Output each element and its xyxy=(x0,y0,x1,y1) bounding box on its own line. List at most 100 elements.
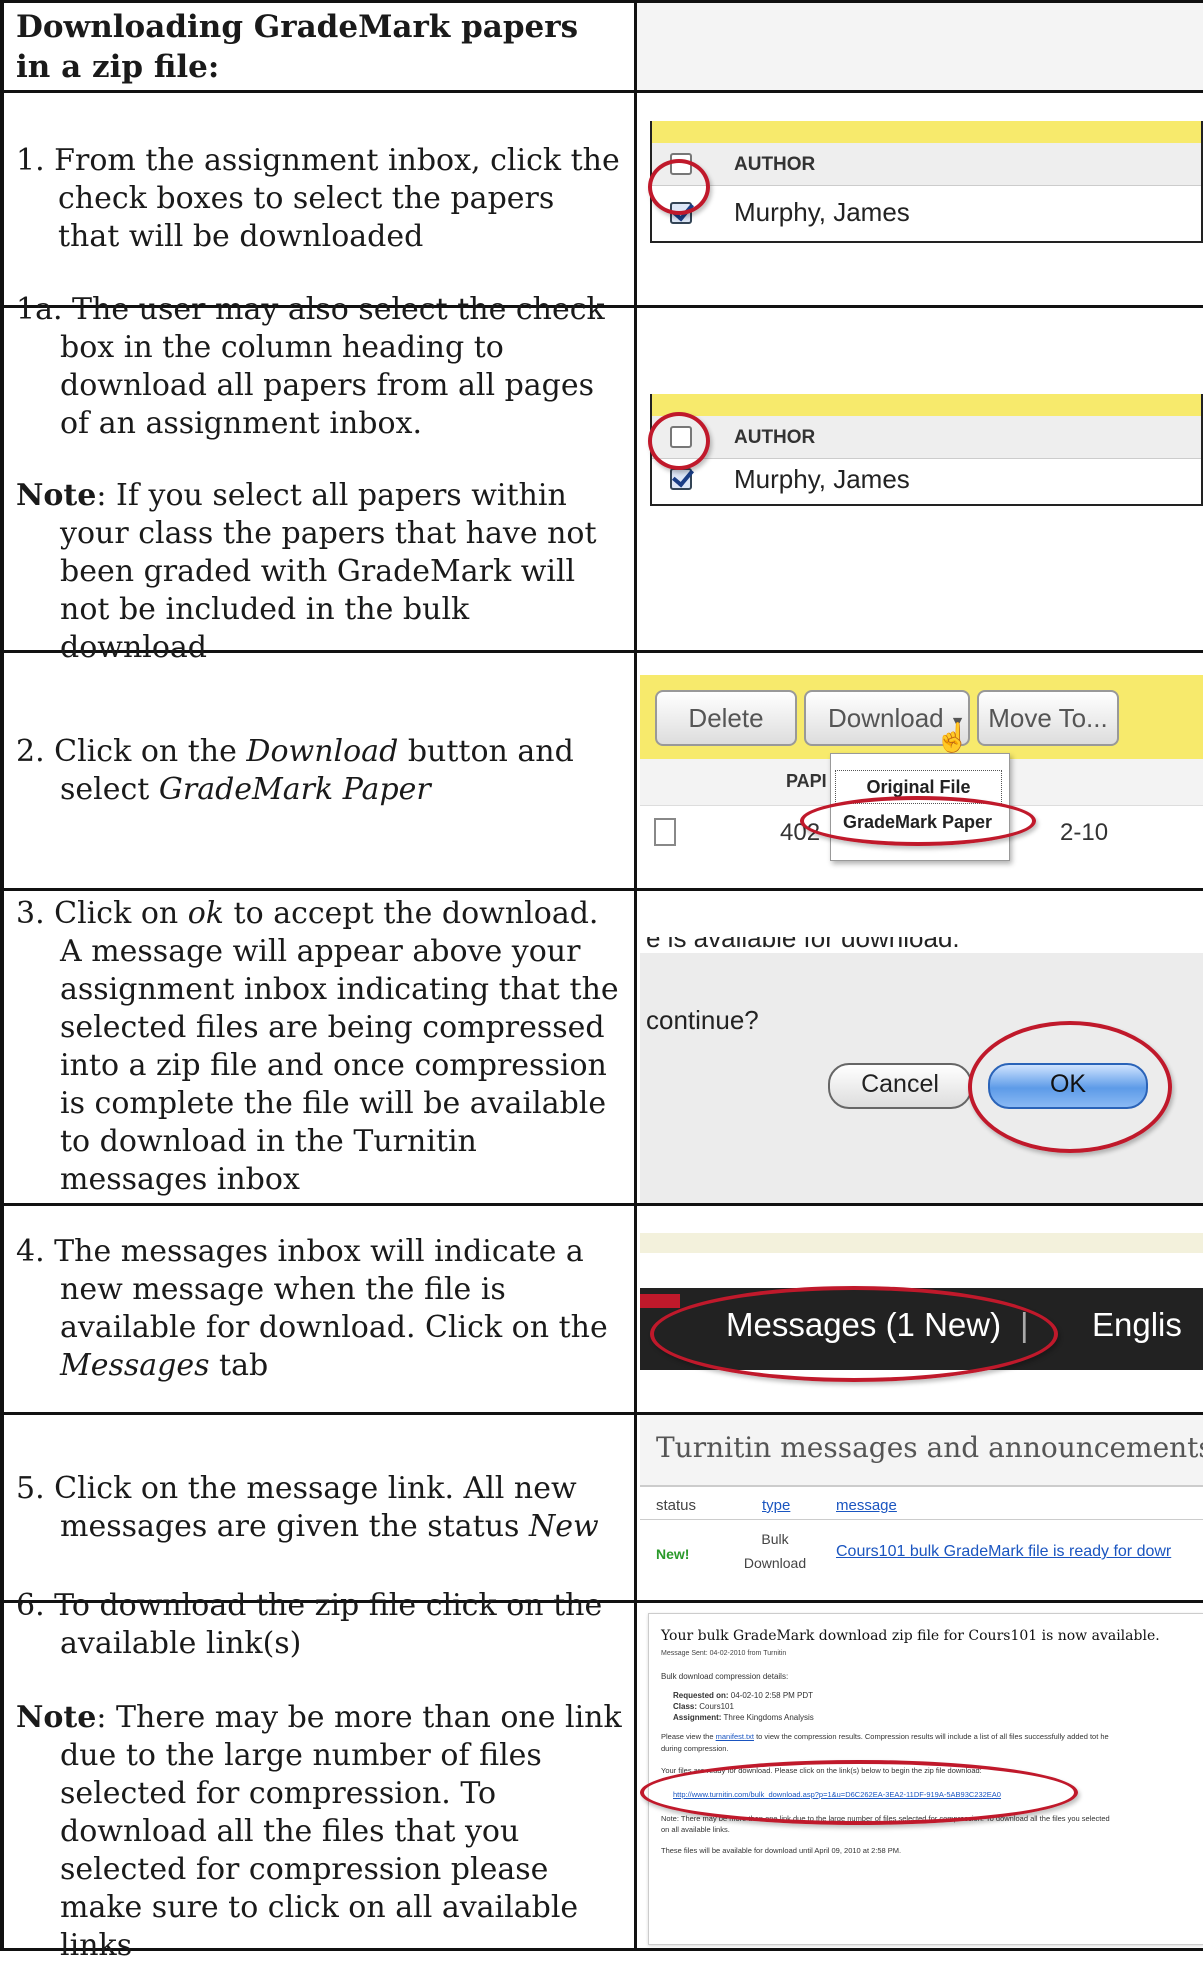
header-blank-cell xyxy=(637,3,1203,90)
note-label: Note xyxy=(16,1699,97,1735)
step-4-part: 4. The messages inbox will indicate a ne… xyxy=(16,1234,608,1345)
move-to-button[interactable]: Move To... xyxy=(977,690,1119,746)
label: Class: xyxy=(673,1702,698,1711)
dialog-cut-line: e is available for download. xyxy=(640,937,1203,957)
messages-title: Turnitin messages and announcements xyxy=(656,1431,1203,1464)
table-column-divider xyxy=(634,0,637,1951)
highlight-circle xyxy=(648,412,710,470)
requested-on-row: Requested on: 04-02-10 2:58 PM PDT xyxy=(673,1690,814,1701)
top-strip xyxy=(640,1233,1203,1253)
dialog-question: continue? xyxy=(646,1005,759,1035)
inbox-toolbar-strip xyxy=(652,121,1201,143)
message-title: Your bulk GradeMark download zip file fo… xyxy=(661,1628,1160,1644)
type-column-header[interactable]: type xyxy=(762,1497,790,1514)
instruction-table: Downloading GradeMark papers in a zip fi… xyxy=(0,0,1203,1963)
step-6-note: Note: There may be more than one link du… xyxy=(16,1699,622,1965)
cancel-button[interactable]: Cancel xyxy=(828,1063,972,1109)
download-label: Download xyxy=(828,703,944,733)
screenshot-select-papers: AUTHOR Murphy, James xyxy=(640,93,1203,305)
manifest-link[interactable]: manifest.txt xyxy=(716,1732,754,1741)
step-1-cell: 1. From the assignment inbox, click the … xyxy=(0,93,634,305)
manifest-note: Please view the manifest.txt to view the… xyxy=(661,1732,1109,1741)
divider xyxy=(640,1519,1203,1520)
step-6-cell: 6. To download the zip file click on the… xyxy=(0,1588,634,1963)
step-2-em-grademark: GradeMark Paper xyxy=(158,771,431,807)
multiple-links-note-2: on all available links. xyxy=(661,1825,730,1834)
document-icon xyxy=(654,818,676,846)
type-line-2: Download xyxy=(743,1555,807,1571)
screenshot-download-menu: Delete Download ▼ Move To... ☝ PAPI 402 2… xyxy=(640,653,1203,888)
step-4-em-messages: Messages xyxy=(60,1348,210,1383)
screenshot-confirm-dialog: e is available for download. continue? C… xyxy=(640,891,1203,1203)
step-5-text: 5. Click on the message link. All new me… xyxy=(16,1470,622,1546)
message-sent: Message Sent: 04-02-2010 from Turnitin xyxy=(661,1650,787,1657)
step-2-part: 2. Click on the xyxy=(16,733,247,769)
label: Requested on: xyxy=(673,1691,729,1700)
step-1-text: 1. From the assignment inbox, click the … xyxy=(16,143,620,254)
new-status-badge: New! xyxy=(656,1546,690,1562)
class-row: Class: Cours101 xyxy=(673,1701,814,1712)
delete-button[interactable]: Delete xyxy=(655,690,797,746)
language-tab[interactable]: Englis xyxy=(1092,1306,1182,1344)
step-4-part: tab xyxy=(209,1348,269,1383)
status-column-header: status xyxy=(656,1497,697,1514)
step-5-cell: 5. Click on the message link. All new me… xyxy=(0,1415,634,1600)
manifest-note-2: during compression. xyxy=(661,1744,729,1753)
step-1a-cell: 1a. The user may also select the check b… xyxy=(0,292,634,665)
step-5-em-new: New xyxy=(528,1508,599,1544)
step-4-text: 4. The messages inbox will indicate a ne… xyxy=(16,1233,622,1385)
inbox-header-row: AUTHOR xyxy=(652,416,1201,459)
message-link[interactable]: Cours101 bulk GradeMark file is ready fo… xyxy=(836,1543,1171,1561)
highlight-circle xyxy=(650,1286,1058,1382)
details-heading: Bulk download compression details: xyxy=(661,1672,789,1681)
value: Three Kingdoms Analysis xyxy=(723,1713,814,1722)
step-2-cell: 2. Click on the Download button and sele… xyxy=(0,653,634,888)
author-column-header: AUTHOR xyxy=(734,154,816,175)
step-3-text: 3. Click on ok to accept the download. A… xyxy=(16,895,622,1199)
assignment-row: Assignment: Three Kingdoms Analysis xyxy=(673,1712,814,1723)
hand-cursor-icon: ☝ xyxy=(935,722,970,753)
step-3-part: to accept the download. A message will a… xyxy=(60,896,619,1197)
screenshot-download-message: Your bulk GradeMark download zip file fo… xyxy=(640,1603,1203,1948)
step-1a-text: 1a. The user may also select the check b… xyxy=(16,292,605,441)
inbox-table: AUTHOR Murphy, James xyxy=(650,121,1203,243)
author-name: Murphy, James xyxy=(734,464,910,494)
step-1a-note: Note: If you select all papers within yo… xyxy=(16,477,622,667)
highlight-circle xyxy=(800,796,1036,846)
highlight-circle xyxy=(648,159,710,215)
screenshot-messages-tab: Messages (1 New) | Englis xyxy=(640,1206,1203,1412)
note-text: : There may be more than one link due to… xyxy=(60,1699,622,1963)
text: Please view the xyxy=(661,1732,716,1741)
details-list: Requested on: 04-02-10 2:58 PM PDT Class… xyxy=(673,1690,814,1723)
author-name: Murphy, James xyxy=(734,197,910,227)
note-label: Note xyxy=(16,478,97,513)
paper-column-header: PAPI xyxy=(786,771,827,791)
note-text: : If you select all papers within your c… xyxy=(60,478,597,665)
step-4-cell: 4. The messages inbox will indicate a ne… xyxy=(0,1206,634,1412)
availability-note: These files will be available for downlo… xyxy=(661,1846,902,1855)
label: Assignment: xyxy=(673,1713,722,1722)
screenshot-select-all: AUTHOR Murphy, James xyxy=(640,308,1203,650)
message-type: Bulk Download xyxy=(740,1527,810,1575)
messages-header: Turnitin messages and announcements xyxy=(640,1415,1203,1487)
dialog-message-top: e is available for download. xyxy=(646,937,960,953)
inbox-row: Murphy, James xyxy=(652,458,1201,504)
step-2-em-download: Download xyxy=(246,733,399,769)
step-5-part: 5. Click on the message link. All new me… xyxy=(16,1470,577,1544)
nav-accent xyxy=(640,1294,680,1308)
step-3-em-ok: ok xyxy=(187,896,224,931)
text: to view the compression results. Compres… xyxy=(753,1732,1109,1741)
inbox-row: Murphy, James xyxy=(652,185,1201,241)
inbox-toolbar-strip xyxy=(652,394,1201,416)
inbox-table: AUTHOR Murphy, James xyxy=(650,394,1203,506)
message-column-header[interactable]: message xyxy=(836,1497,897,1514)
row-checkbox[interactable] xyxy=(670,468,692,490)
step-6-text: 6. To download the zip file click on the… xyxy=(16,1587,603,1661)
step-2-text: 2. Click on the Download button and sele… xyxy=(16,733,622,809)
screenshot-messages-list: Turnitin messages and announcements stat… xyxy=(640,1415,1203,1600)
inbox-header-row: AUTHOR xyxy=(652,143,1201,186)
value: Cours101 xyxy=(699,1702,734,1711)
highlight-circle xyxy=(640,1760,1078,1825)
step-3-cell: 3. Click on ok to accept the download. A… xyxy=(0,891,634,1203)
paper-date: 2-10 xyxy=(1060,819,1109,846)
